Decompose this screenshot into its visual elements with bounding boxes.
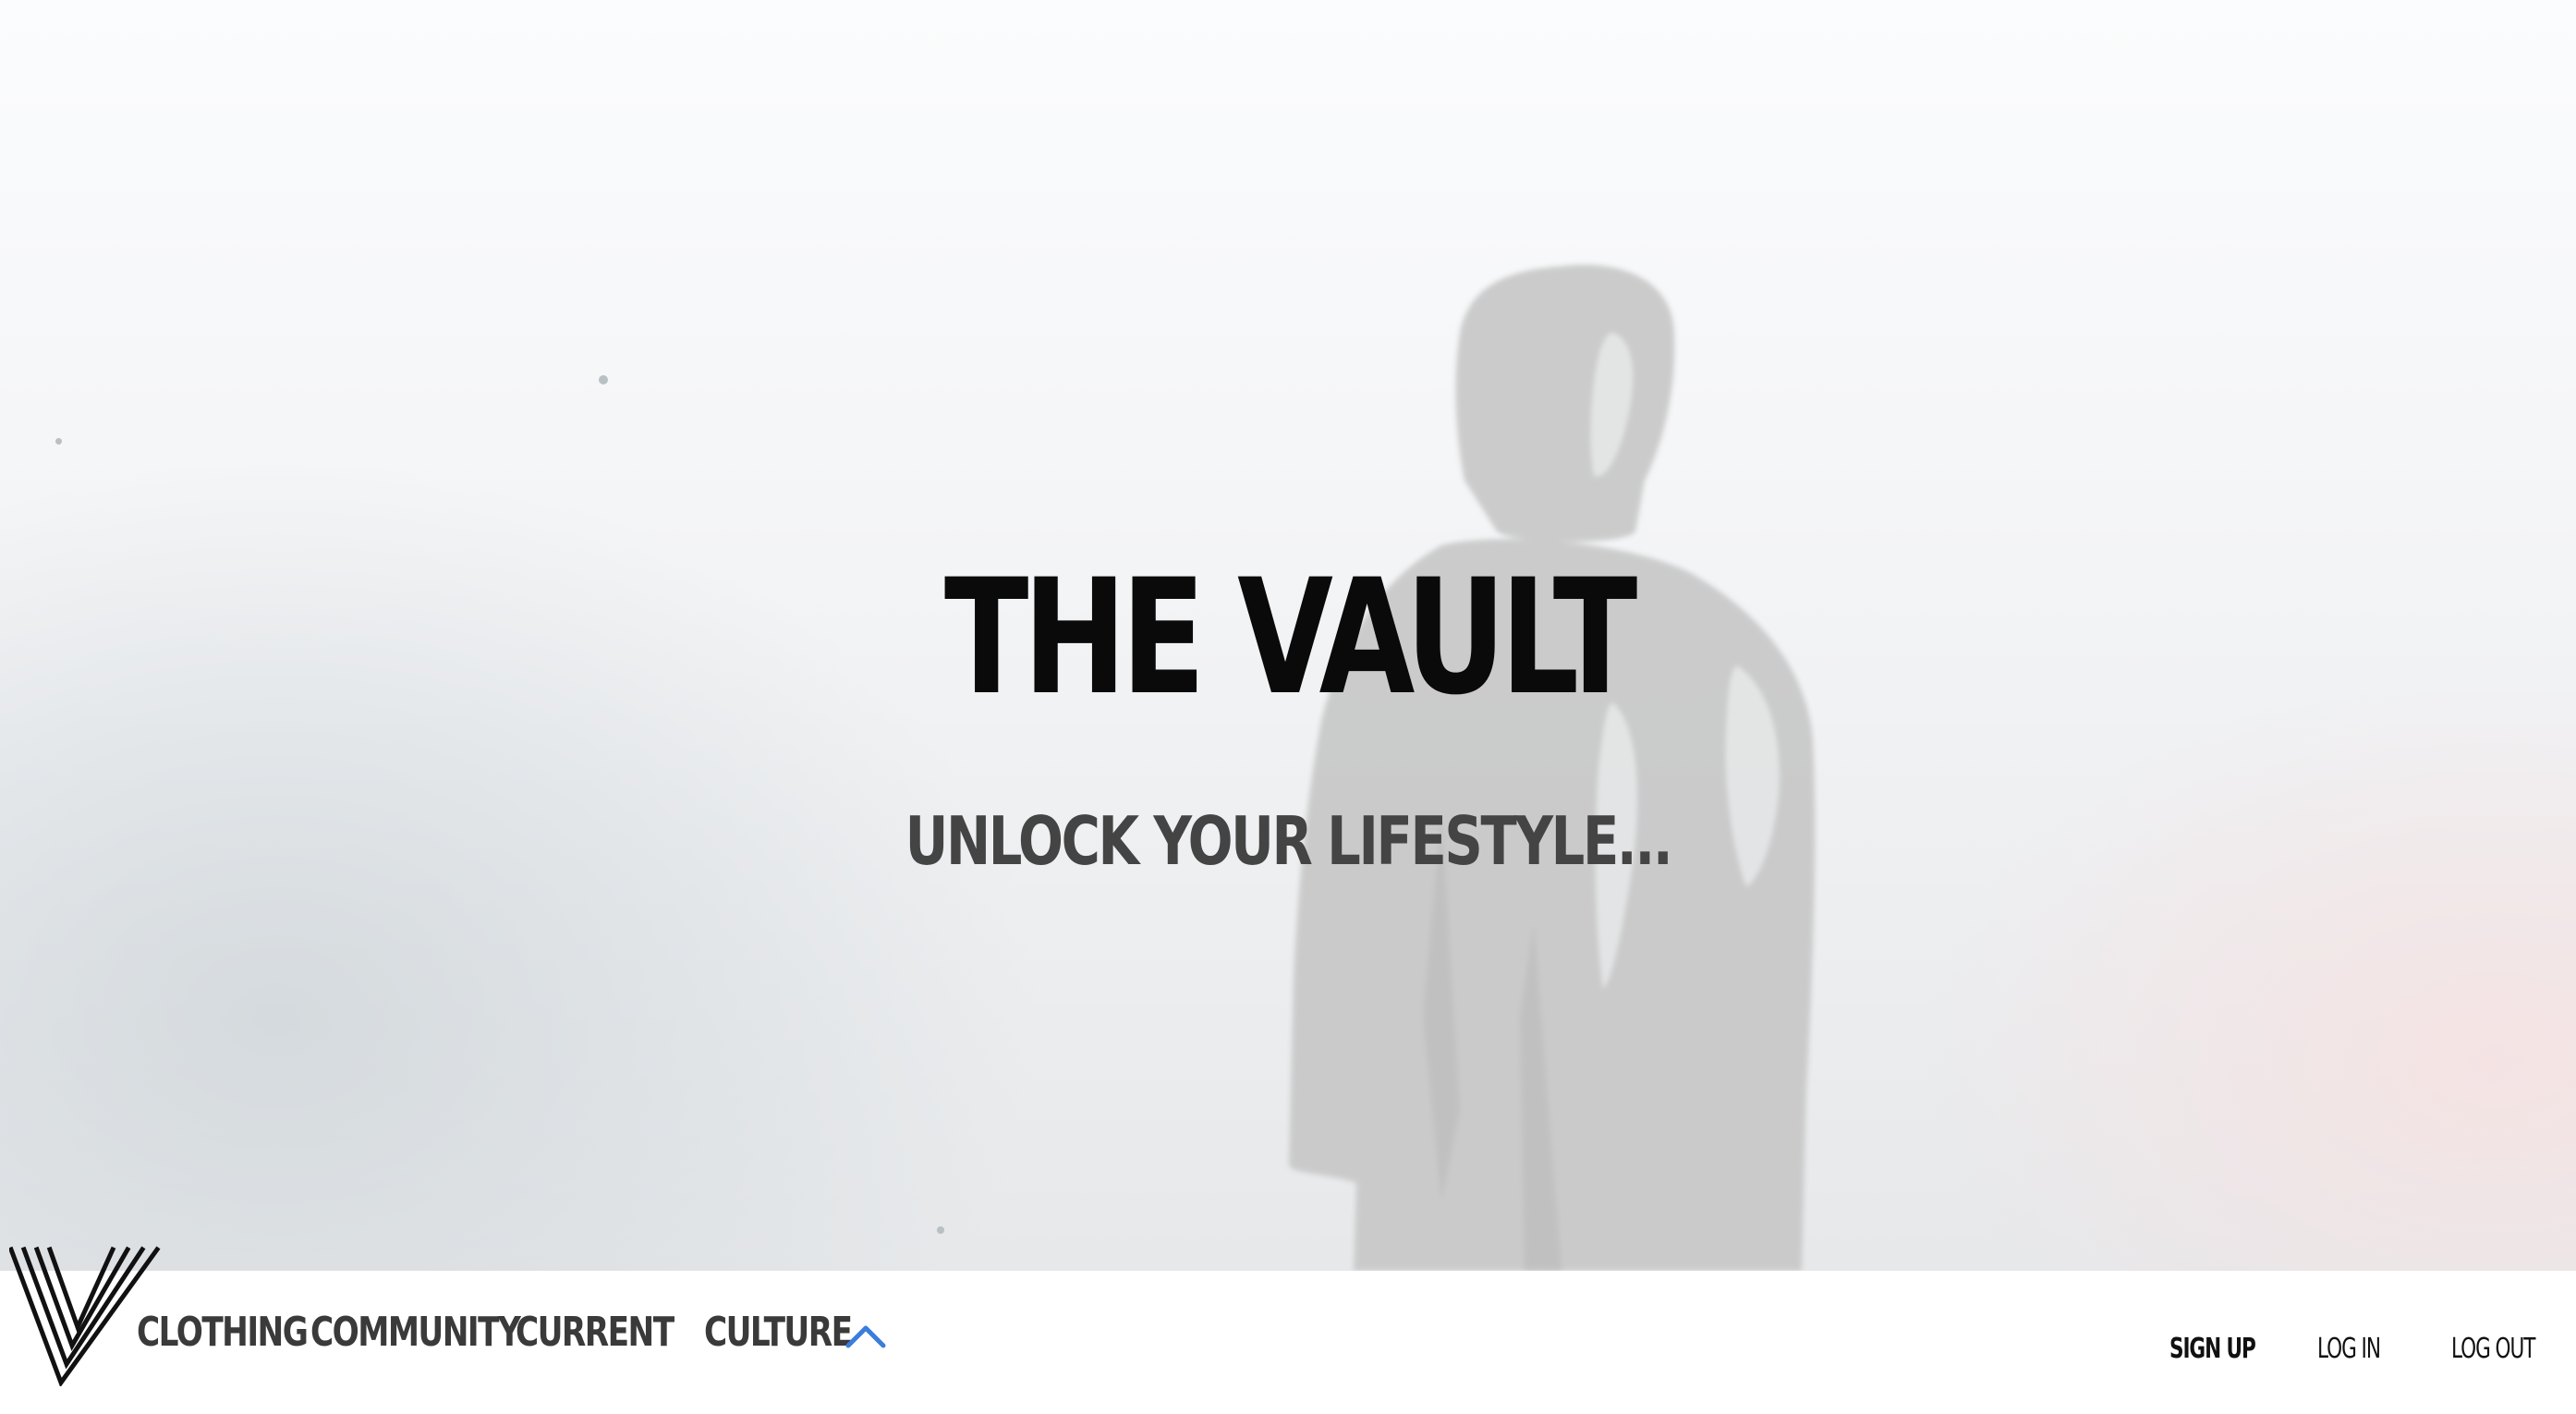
nav-item-clothing[interactable]: CLOTHING	[137, 1307, 309, 1359]
background-speck	[55, 438, 62, 445]
nav-item-community[interactable]: COMMUNITY	[310, 1307, 521, 1359]
log-out-link[interactable]: LOG OUT	[2451, 1331, 2535, 1368]
log-in-link[interactable]: LOG IN	[2317, 1331, 2381, 1368]
sign-up-link[interactable]: SIGN UP	[2169, 1331, 2256, 1368]
chevron-up-icon[interactable]	[844, 1322, 887, 1349]
nav-item-culture[interactable]: CULTURE	[704, 1307, 853, 1359]
hero-section: THE VAULT UNLOCK YOUR LIFESTYLE...	[0, 0, 2576, 1271]
background-speck	[599, 375, 608, 384]
background-speck	[937, 1226, 944, 1234]
hero-title: THE VAULT	[943, 544, 1637, 730]
hero-subtitle: UNLOCK YOUR LIFESTYLE...	[905, 802, 1673, 880]
nav-item-current[interactable]: CURRENT	[516, 1307, 674, 1359]
